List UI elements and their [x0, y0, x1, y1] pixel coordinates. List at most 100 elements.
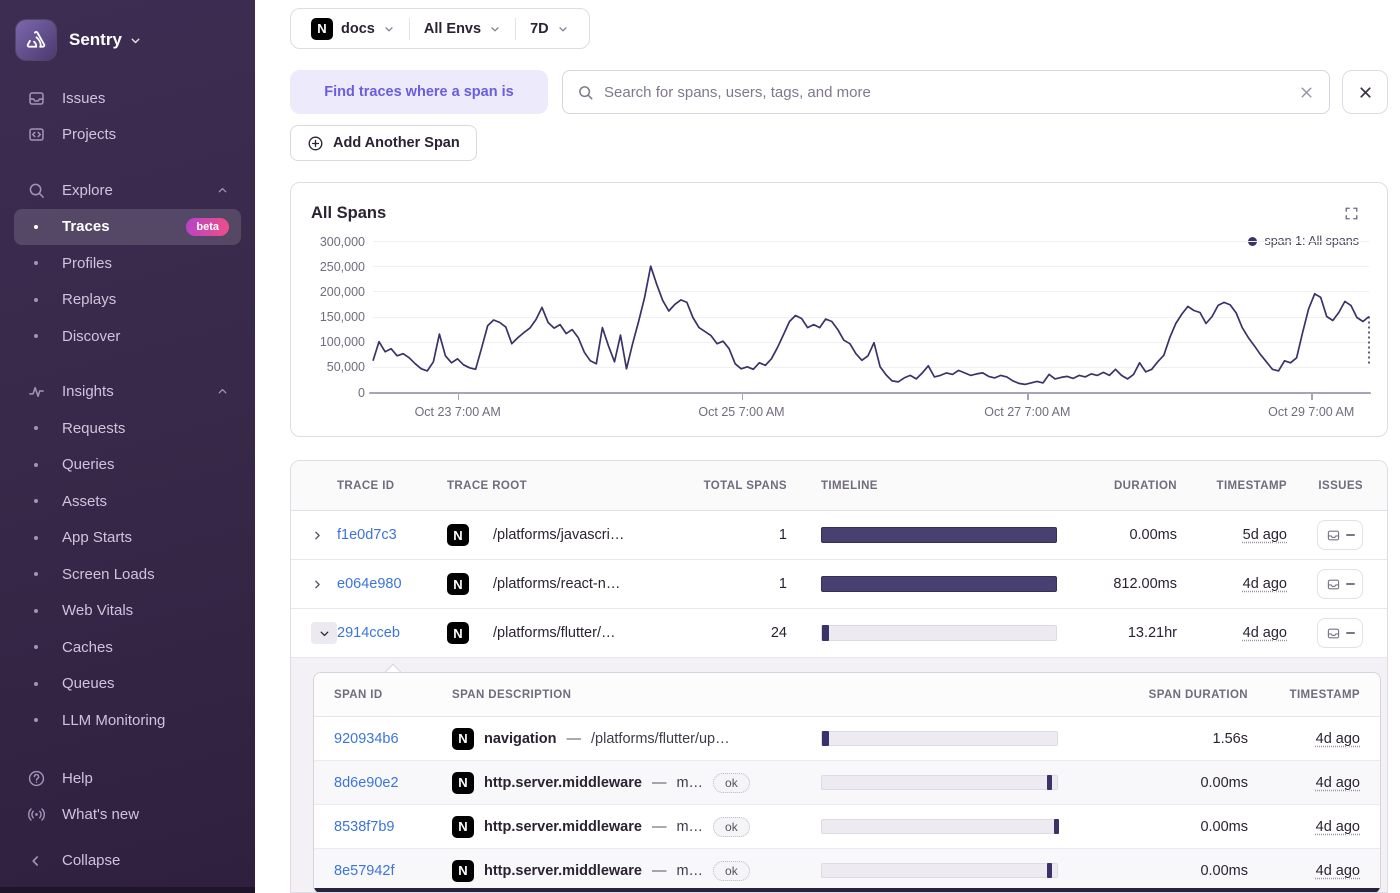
separator: — [651, 862, 667, 879]
separator: — [566, 730, 582, 747]
sidebar-item-label: Caches [62, 638, 113, 656]
sidebar-item-traces[interactable]: Traces beta [14, 208, 241, 245]
expand-row-button[interactable] [311, 529, 337, 542]
sidebar-item-label: Discover [62, 327, 121, 345]
timeline-bar [821, 625, 1057, 641]
minus-icon [1345, 534, 1355, 536]
sidebar-item-queries[interactable]: Queries [14, 447, 241, 484]
issues-button[interactable] [1317, 618, 1363, 648]
nextjs-project-icon: N [452, 771, 474, 794]
span-id-link[interactable]: 8d6e90e2 [334, 775, 452, 791]
total-spans: 24 [770, 625, 787, 641]
col-total-spans: TOTAL SPANS [703, 479, 787, 492]
span-timestamp[interactable]: 4d ago [1316, 819, 1360, 835]
span-duration: 1.56s [1212, 730, 1248, 747]
sidebar-item-llm-monitoring[interactable]: LLM Monitoring [14, 702, 241, 739]
sidebar-item-help[interactable]: Help [14, 760, 241, 797]
span-id-link[interactable]: 8538f7b9 [334, 819, 452, 835]
col-trace-id: TRACE ID [337, 479, 395, 492]
span-timestamp[interactable]: 4d ago [1316, 863, 1360, 879]
sidebar-collapse-button[interactable]: Collapse [14, 843, 241, 880]
expand-row-button[interactable] [311, 578, 337, 591]
trace-id-link[interactable]: 2914cceb [337, 625, 447, 641]
span-timeline [821, 731, 1058, 746]
add-another-span-button[interactable]: Add Another Span [290, 125, 477, 161]
date-range-selector[interactable]: 7D [516, 21, 583, 37]
all-spans-chart-panel: All Spans span 1: All spans 0 50,000 100,0… [290, 182, 1388, 437]
sidebar-item-app-starts[interactable]: App Starts [14, 520, 241, 557]
clear-search-icon[interactable] [1298, 84, 1315, 101]
nextjs-project-icon: N [447, 573, 469, 595]
issues-button[interactable] [1317, 520, 1363, 550]
x-axis-tick-label: Oct 25 7:00 AM [698, 405, 785, 419]
expanded-trace-section: SPAN ID SPAN DESCRIPTION SPAN DURATION T… [291, 658, 1387, 892]
col-timeline: TIMELINE [821, 479, 878, 492]
span-timestamp[interactable]: 4d ago [1316, 775, 1360, 791]
timestamp[interactable]: 4d ago [1243, 625, 1287, 641]
span-id-link[interactable]: 8e57942f [334, 863, 452, 879]
expand-chart-icon[interactable] [1344, 206, 1359, 221]
sidebar-item-label: Requests [62, 419, 126, 437]
chevron-down-icon [383, 23, 395, 35]
bullet-icon [26, 334, 46, 339]
x-axis-tick-label: Oct 29 7:00 AM [1268, 405, 1355, 419]
org-switcher[interactable]: Sentry [0, 0, 255, 70]
total-spans: 1 [778, 576, 787, 592]
sidebar-item-insights[interactable]: Insights [14, 374, 241, 411]
sidebar-item-label: Traces [62, 218, 110, 236]
issues-icon [1327, 579, 1339, 589]
span-op: http.server.middleware [484, 818, 642, 835]
timestamp[interactable]: 4d ago [1243, 576, 1287, 592]
sidebar-item-queues[interactable]: Queues [14, 666, 241, 703]
bullet-icon [26, 426, 46, 431]
sidebar-item-projects[interactable]: Projects [14, 117, 241, 154]
minus-icon [1345, 583, 1355, 585]
timestamp[interactable]: 5d ago [1243, 527, 1287, 543]
traces-table-panel: TRACE ID TRACE ROOT TOTAL SPANS TIMELINE… [290, 460, 1388, 893]
sidebar-item-web-vitals[interactable]: Web Vitals [14, 593, 241, 630]
sidebar-item-requests[interactable]: Requests [14, 410, 241, 447]
sidebar-item-caches[interactable]: Caches [14, 629, 241, 666]
bullet-icon [26, 535, 46, 540]
separator: — [651, 774, 667, 791]
bullet-icon [26, 608, 46, 613]
chevron-up-icon [216, 184, 229, 197]
sidebar-item-discover[interactable]: Discover [14, 318, 241, 355]
span-table-header: SPAN ID SPAN DESCRIPTION SPAN DURATION T… [314, 673, 1380, 717]
chevron-up-icon [216, 385, 229, 398]
spans-line-chart[interactable] [372, 241, 1370, 392]
sidebar-item-label: Profiles [62, 254, 113, 272]
trace-id-link[interactable]: e064e980 [337, 576, 447, 592]
trace-id-link[interactable]: f1e0d7c3 [337, 527, 447, 543]
sidebar-item-screen-loads[interactable]: Screen Loads [14, 556, 241, 593]
y-axis-tick-label: 0 [358, 385, 365, 400]
bullet-icon [26, 462, 46, 467]
collapse-row-button[interactable] [311, 622, 337, 644]
project-selector[interactable]: N docs [297, 17, 409, 40]
span-duration: 0.00ms [1200, 818, 1248, 835]
sidebar-item-label: Projects [62, 126, 117, 144]
span-timeline [821, 819, 1060, 834]
issues-icon [1327, 530, 1339, 540]
find-traces-chip: Find traces where a span is [290, 70, 548, 114]
col-timestamp: TIMESTAMP [1216, 479, 1287, 492]
sidebar-item-profiles[interactable]: Profiles [14, 245, 241, 282]
sidebar: Sentry Issues Projects Explore Traces beta Pr… [0, 0, 255, 893]
issues-button[interactable] [1317, 569, 1363, 599]
span-id-link[interactable]: 920934b6 [334, 731, 452, 747]
bullet-icon [26, 499, 46, 504]
sidebar-item-what-s-new[interactable]: What's new [14, 797, 241, 834]
sidebar-item-replays[interactable]: Replays [14, 282, 241, 319]
remove-span-filter-button[interactable] [1342, 70, 1388, 114]
sidebar-item-assets[interactable]: Assets [14, 483, 241, 520]
sidebar-item-explore[interactable]: Explore [14, 172, 241, 209]
sidebar-item-label: Issues [62, 89, 106, 107]
sidebar-item-issues[interactable]: Issues [14, 80, 241, 117]
timeline-bar [821, 576, 1057, 592]
environment-selector[interactable]: All Envs [410, 21, 515, 37]
chevron-down-icon [131, 37, 140, 43]
nextjs-project-icon: N [311, 17, 333, 40]
span-search-input[interactable] [604, 83, 1288, 101]
span-timestamp[interactable]: 4d ago [1316, 731, 1360, 747]
span-row: 920934b6 N navigation — /platforms/flutt… [314, 717, 1380, 761]
